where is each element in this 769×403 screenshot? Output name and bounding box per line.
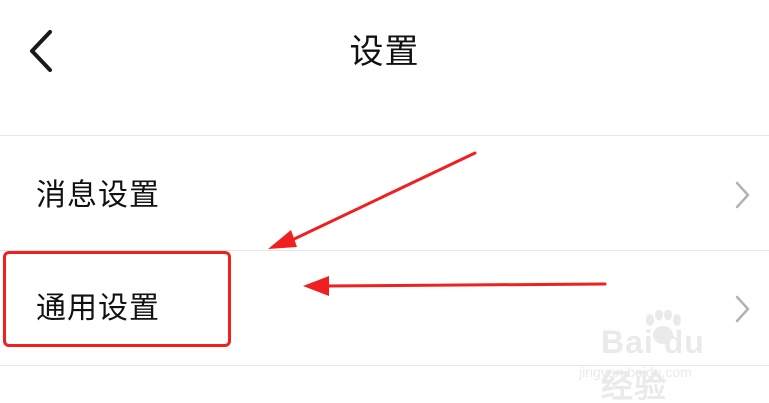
settings-screen: 设置 消息设置 通用设置 Bai du 经验 jingyan.baidu.com — [0, 0, 769, 403]
header: 设置 — [0, 0, 769, 105]
settings-row-message[interactable]: 消息设置 — [0, 136, 769, 250]
row-label: 通用设置 — [36, 291, 160, 326]
page-title: 设置 — [349, 32, 420, 72]
divider — [0, 365, 769, 366]
row-label: 消息设置 — [36, 178, 160, 213]
chevron-right-icon — [735, 181, 750, 209]
chevron-right-icon — [735, 295, 750, 323]
watermark-sub: jingyan.baidu.com — [579, 364, 692, 380]
settings-row-general[interactable]: 通用设置 — [0, 251, 769, 365]
